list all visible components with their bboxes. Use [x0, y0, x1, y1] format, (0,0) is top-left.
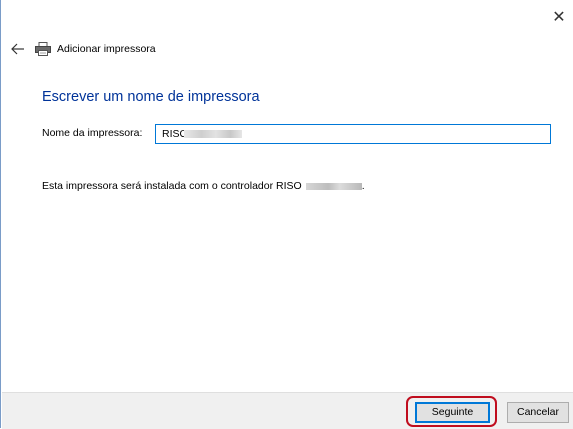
back-arrow-icon[interactable] — [11, 42, 25, 56]
nav-header: Adicionar impressora — [11, 39, 156, 59]
driver-info-suffix: . — [361, 180, 365, 192]
driver-info-label: Esta impressora será instalada com o con… — [42, 180, 302, 192]
page-title: Escrever um nome de impressora — [42, 89, 260, 105]
driver-info-text: Esta impressora será instalada com o con… — [42, 180, 365, 192]
close-button[interactable]: ✕ — [551, 10, 567, 26]
printer-icon — [35, 42, 51, 56]
cancel-button[interactable]: Cancelar — [507, 402, 569, 423]
redacted-name-text — [184, 130, 242, 138]
redacted-driver-name — [305, 182, 362, 190]
printer-name-label: Nome da impressora: — [42, 127, 143, 139]
nav-title: Adicionar impressora — [57, 43, 156, 55]
footer-bar: Seguinte Cancelar — [2, 392, 573, 429]
close-icon: ✕ — [552, 9, 566, 26]
next-button[interactable]: Seguinte — [415, 402, 490, 423]
add-printer-window: ✕ Adicionar impressora Escrever um nome … — [0, 0, 573, 429]
